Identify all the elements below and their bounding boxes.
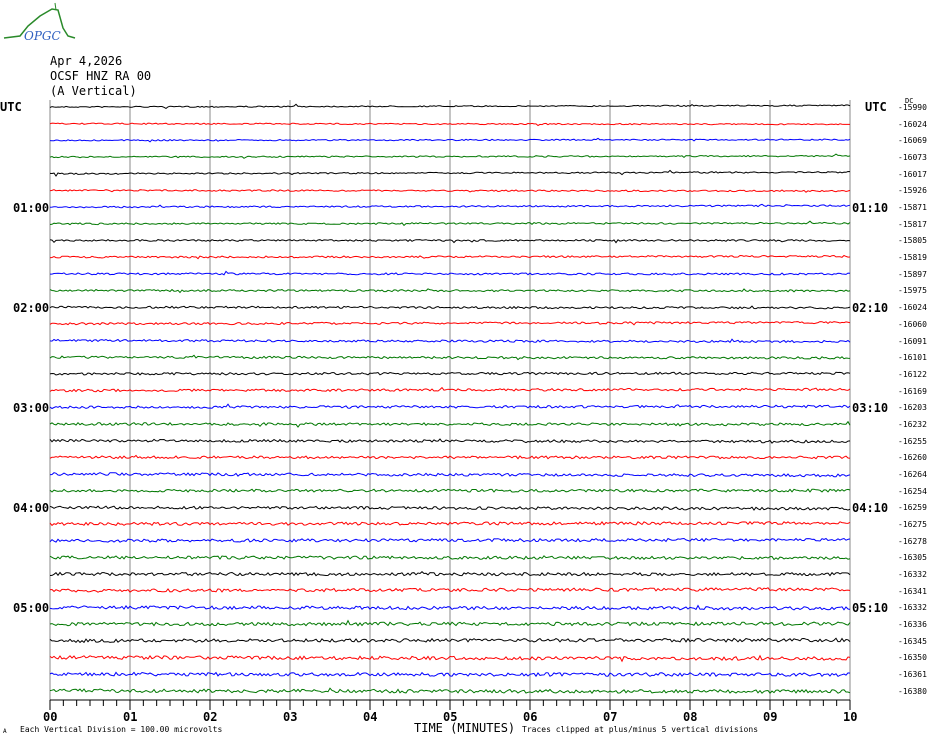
dc-offset-label: -16232	[898, 419, 927, 429]
dc-offset-label: -16278	[898, 536, 927, 546]
dc-offset-label: -16101	[898, 353, 927, 363]
x-tick-label: 07	[603, 710, 618, 724]
left-hour-label: 01:00	[13, 201, 50, 216]
dc-offset-label: -16255	[898, 436, 927, 446]
dc-offset-label: -16203	[898, 403, 927, 413]
x-tick-label: 04	[363, 710, 378, 724]
dc-offset-label: -16341	[898, 586, 927, 596]
dc-offset-label: -15871	[898, 203, 927, 213]
dc-offset-label: -16336	[898, 620, 927, 630]
dc-offset-label: -16260	[898, 453, 927, 463]
dc-offset-label: -16122	[898, 369, 927, 379]
dc-offset-label: -16259	[898, 503, 927, 513]
right-hour-label: 04:10	[852, 501, 889, 516]
right-hour-label: 03:10	[852, 401, 889, 416]
dc-offset-label: -16275	[898, 520, 927, 529]
dc-offset-label: -16350	[898, 653, 927, 663]
right-hour-label: 01:10	[852, 201, 889, 216]
dc-offset-label: -16332	[898, 570, 927, 580]
left-hour-label: 05:00	[13, 601, 50, 616]
dc-offset-label: -16069	[898, 136, 927, 146]
dc-offset-label: -16169	[898, 386, 927, 396]
x-tick-label: 01	[123, 710, 138, 724]
dc-offset-label: -16024	[898, 303, 927, 313]
dc-offset-label: -16305	[898, 553, 927, 563]
dc-offset-label: -16361	[898, 670, 927, 680]
seismogram-plot	[49, 100, 851, 710]
dc-offset-label: -15975	[898, 286, 927, 296]
left-hour-label: 03:00	[13, 401, 50, 416]
dc-offset-label: -16060	[898, 319, 927, 329]
x-tick-label: 03	[283, 710, 298, 724]
dc-offset-label: -16345	[898, 636, 927, 646]
x-tick-label: 00	[43, 710, 58, 724]
x-tick-label: 08	[683, 710, 698, 724]
dc-offset-label: -16254	[898, 486, 927, 496]
left-tz-label: UTC	[0, 100, 22, 114]
scale-note: Each Vertical Division = 100.00 microvol…	[20, 725, 223, 734]
clip-note: Traces clipped at plus/minus 5 vertical …	[522, 725, 759, 734]
x-tick-label: 09	[763, 710, 778, 724]
left-hour-label: 02:00	[13, 301, 50, 316]
corner-mark: A	[3, 728, 7, 735]
right-hour-label: 02:10	[852, 301, 889, 316]
x-tick-label: 02	[203, 710, 218, 724]
x-axis-label: TIME (MINUTES)	[414, 721, 516, 735]
dc-offset-label: -15897	[898, 269, 927, 279]
dc-offset-label: -15805	[898, 236, 927, 246]
x-tick-label: 06	[523, 710, 538, 724]
dc-offset-label: -15926	[898, 186, 927, 196]
right-tz-label: UTC	[865, 100, 887, 114]
x-tick-label: 10	[843, 710, 858, 724]
dc-offset-label: -16024	[898, 119, 927, 129]
dc-offset-label: -15819	[898, 253, 927, 263]
right-hour-label: 05:10	[852, 601, 889, 616]
dc-offset-label: -16091	[898, 336, 927, 346]
dc-offset-label: -16264	[898, 469, 927, 479]
dc-label: DC	[905, 97, 914, 105]
left-hour-label: 04:00	[13, 501, 50, 516]
dc-offset-label: -16017	[898, 169, 927, 179]
dc-offset-label: -16332	[898, 603, 927, 613]
dc-offset-label: -15817	[898, 219, 927, 229]
dc-offset-label: -16380	[898, 686, 927, 696]
dc-offset-label: -16073	[898, 153, 927, 163]
